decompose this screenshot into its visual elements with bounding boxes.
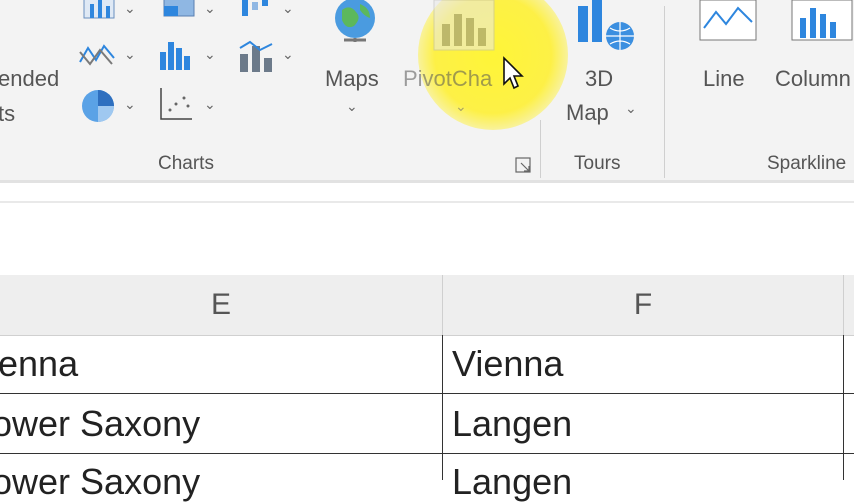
chevron-down-icon[interactable]: ⌄ xyxy=(455,98,467,115)
sparkline-column-icon[interactable] xyxy=(790,0,854,53)
globe-map-icon[interactable] xyxy=(332,0,378,51)
dialog-launcher-icon[interactable] xyxy=(514,156,534,179)
scatter-chart-icon[interactable] xyxy=(158,86,194,127)
mouse-cursor-icon xyxy=(502,56,524,95)
formula-bar-area xyxy=(0,183,854,275)
ribbon: ended ts ⌄ ⌄ ⌄ ⌄ ⌄ ⌄ ⌄ ⌄ Maps ⌄ PivotCha… xyxy=(0,0,854,182)
recommended-charts-label-line2[interactable]: ts xyxy=(0,101,15,127)
group-separator xyxy=(540,120,541,178)
3d-map-label[interactable]: 3D xyxy=(585,66,613,92)
line-chart-icon[interactable] xyxy=(78,38,118,75)
combo-chart-icon[interactable] xyxy=(236,38,276,79)
column-header-e[interactable]: E xyxy=(0,275,442,335)
waterfall-chart-icon[interactable] xyxy=(238,0,274,25)
statistic-chart-icon[interactable] xyxy=(158,38,194,77)
sparklines-group-label: Sparkline xyxy=(767,153,847,174)
chevron-down-icon[interactable]: ⌄ xyxy=(282,0,294,17)
sparkline-line-label[interactable]: Line xyxy=(703,66,745,92)
chevron-down-icon[interactable]: ⌄ xyxy=(625,100,637,117)
sparkline-column-label[interactable]: Column xyxy=(775,66,851,92)
formula-bar-border xyxy=(0,201,854,203)
chevron-down-icon[interactable]: ⌄ xyxy=(282,46,294,63)
chevron-down-icon[interactable]: ⌄ xyxy=(124,0,136,17)
column-chart-icon[interactable] xyxy=(82,0,116,25)
cell-e2[interactable]: ower Saxony xyxy=(0,403,438,445)
column-header-row: E F xyxy=(0,275,854,336)
chevron-down-icon[interactable]: ⌄ xyxy=(124,96,136,113)
cell-e3[interactable]: ower Saxony xyxy=(0,461,438,503)
worksheet-grid[interactable]: E F enna Vienna ower Saxony Langen ower … xyxy=(0,275,854,502)
chevron-down-icon[interactable]: ⌄ xyxy=(204,46,216,63)
gridline-vertical xyxy=(442,335,443,480)
column-header-f[interactable]: F xyxy=(443,275,843,335)
group-separator xyxy=(664,6,665,178)
charts-group-label: Charts xyxy=(158,153,214,174)
sparkline-line-icon[interactable] xyxy=(698,0,758,53)
tours-group-label: Tours xyxy=(574,153,621,174)
pie-chart-icon[interactable] xyxy=(80,88,116,129)
cell-e1[interactable]: enna xyxy=(0,343,438,385)
chevron-down-icon[interactable]: ⌄ xyxy=(204,0,216,17)
pivotchart-label[interactable]: PivotCha xyxy=(403,66,509,92)
3d-map-label-line2[interactable]: Map xyxy=(566,100,609,126)
maps-label[interactable]: Maps xyxy=(325,66,379,92)
cell-f3[interactable]: Langen xyxy=(452,461,838,503)
gridline-horizontal xyxy=(0,453,854,454)
chevron-down-icon[interactable]: ⌄ xyxy=(346,98,358,115)
chevron-down-icon[interactable]: ⌄ xyxy=(204,96,216,113)
3d-map-icon[interactable] xyxy=(572,0,642,57)
cell-f2[interactable]: Langen xyxy=(452,403,838,445)
gridline-horizontal xyxy=(0,393,854,394)
hierarchy-chart-icon[interactable] xyxy=(162,0,196,25)
recommended-charts-label[interactable]: ended xyxy=(0,66,59,92)
cell-f1[interactable]: Vienna xyxy=(452,343,838,385)
column-header-separator[interactable] xyxy=(843,275,844,335)
pivotchart-icon[interactable] xyxy=(432,0,498,59)
chevron-down-icon[interactable]: ⌄ xyxy=(124,46,136,63)
gridline-vertical xyxy=(843,335,844,480)
